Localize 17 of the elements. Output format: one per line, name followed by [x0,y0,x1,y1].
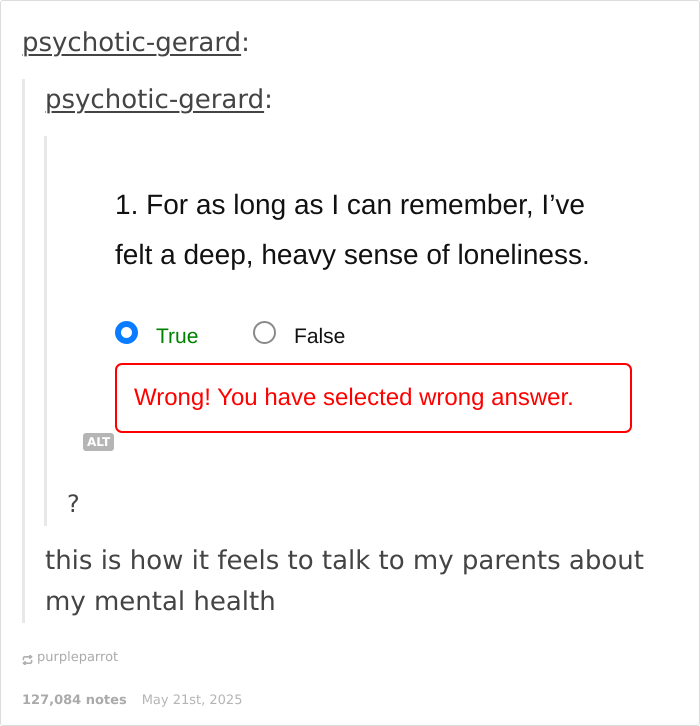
image-caption: ? [67,489,80,519]
reblog-attribution: psychotic-gerard: [22,27,250,59]
feedback-message: Wrong! You have selected wrong answer. [115,363,632,433]
option-label: False [294,324,346,350]
quiz-question: 1. For as long as I can remember, I’ve felt a deep, heavy sense of loneliness. [115,188,591,272]
username-link[interactable]: psychotic-gerard [22,28,242,58]
post-comment: this is how it feels to talk to my parents about my mental health [45,545,645,619]
notes-count[interactable]: 127,084 notes [22,691,127,711]
reblog-attribution: psychotic-gerard: [45,84,273,116]
alt-text-badge[interactable]: ALT [83,433,114,451]
radio-button[interactable] [253,321,276,344]
reblog-icon [22,655,33,665]
option-label: True [156,324,198,350]
radio-button[interactable] [115,321,138,344]
username-link[interactable]: psychotic-gerard [45,85,264,115]
source-link[interactable]: purpleparrot [37,648,118,668]
post-date: May 21st, 2025 [142,692,242,710]
